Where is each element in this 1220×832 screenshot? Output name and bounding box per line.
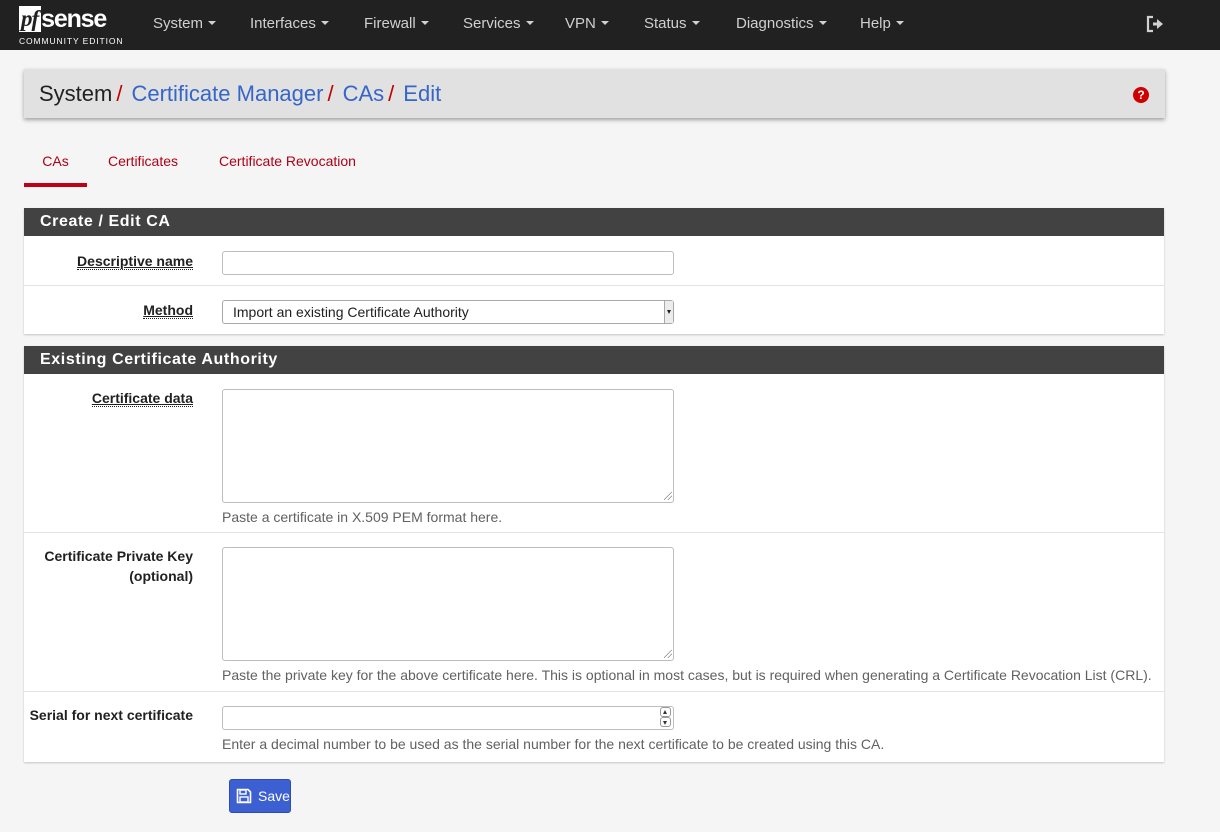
save-button[interactable]: Save: [229, 779, 291, 813]
save-button-label: Save: [258, 788, 290, 804]
nav-firewall-label: Firewall: [364, 15, 416, 32]
breadcrumb-separator: /: [388, 81, 395, 106]
existing-ca-panel: Existing Certificate Authority Certifica…: [24, 346, 1164, 762]
nav-firewall-menu[interactable]: Firewall: [364, 0, 429, 50]
nav-diagnostics-label: Diagnostics: [736, 15, 814, 32]
nav-system-label: System: [153, 15, 204, 32]
breadcrumb-cas-link[interactable]: CAs: [343, 81, 385, 106]
nav-vpn-menu[interactable]: VPN: [565, 0, 609, 50]
nav-vpn-label: VPN: [565, 15, 596, 32]
method-label: Method: [143, 300, 193, 320]
nav-diagnostics-menu[interactable]: Diagnostics: [736, 0, 827, 50]
certificate-data-label: Certificate data: [91, 388, 193, 408]
logo-sense-text: sense: [41, 5, 107, 33]
resize-grip-icon[interactable]: [664, 492, 672, 500]
nav-system-menu[interactable]: System: [153, 0, 217, 50]
breadcrumb-bar: System / Certificate Manager / CAs / Edit ?: [24, 69, 1165, 118]
caret-down-icon: [600, 21, 609, 26]
certificate-data-textarea[interactable]: [222, 389, 674, 503]
logo-edition-text: COMMUNITY EDITION: [19, 36, 124, 46]
descriptive-name-label-text: Descriptive name: [77, 253, 193, 270]
caret-down-icon: [818, 21, 827, 26]
nav-interfaces-label: Interfaces: [250, 15, 316, 32]
tab-cas[interactable]: CAs: [24, 147, 87, 187]
certificate-data-row: Certificate data Paste a certificate in …: [24, 374, 1164, 533]
descriptive-name-label: Descriptive name: [77, 251, 193, 271]
top-navbar: pf sense COMMUNITY EDITION System Interfa…: [0, 0, 1220, 50]
breadcrumb-separator: /: [327, 81, 334, 106]
method-select[interactable]: Import an existing Certificate Authority: [222, 300, 674, 324]
tab-certificates[interactable]: Certificates: [108, 147, 178, 187]
certificate-data-help: Paste a certificate in X.509 PEM format …: [222, 509, 503, 525]
caret-down-icon: [320, 21, 329, 26]
breadcrumb-certificate-manager-link[interactable]: Certificate Manager: [131, 81, 323, 106]
certificate-data-label-text: Certificate data: [91, 390, 193, 407]
resize-grip-icon[interactable]: [664, 650, 672, 658]
private-key-label: Certificate Private Key (optional): [44, 546, 193, 586]
logo-wordmark: pf sense: [19, 5, 107, 33]
caret-down-icon: [895, 21, 904, 26]
descriptive-name-input[interactable]: [222, 251, 674, 275]
save-icon: [236, 788, 252, 804]
serial-number-input[interactable]: [222, 706, 674, 730]
method-selected-value: Import an existing Certificate Authority: [233, 304, 469, 320]
nav-help-menu[interactable]: Help: [860, 0, 904, 50]
nav-status-menu[interactable]: Status: [644, 0, 700, 50]
nav-status-label: Status: [644, 15, 687, 32]
pfsense-logo[interactable]: pf sense COMMUNITY EDITION: [19, 5, 125, 47]
private-key-label-line2: (optional): [129, 568, 193, 584]
spin-down-icon[interactable]: [660, 717, 671, 727]
breadcrumb: System / Certificate Manager / CAs / Edit: [39, 69, 441, 118]
breadcrumb-edit-link[interactable]: Edit: [403, 81, 441, 106]
dropdown-arrow-icon: [664, 301, 673, 323]
breadcrumb-system: System: [39, 81, 113, 106]
descriptive-name-row: Descriptive name: [24, 236, 1164, 286]
sign-out-icon[interactable]: [1146, 15, 1164, 33]
breadcrumb-separator: /: [116, 81, 123, 106]
panel-title: Existing Certificate Authority: [24, 346, 1164, 374]
create-edit-ca-panel: Create / Edit CA Descriptive name Method…: [24, 208, 1164, 334]
caret-down-icon: [525, 21, 534, 26]
tab-certificate-revocation[interactable]: Certificate Revocation: [219, 147, 356, 187]
nav-help-label: Help: [860, 15, 891, 32]
caret-down-icon: [420, 21, 429, 26]
nav-services-label: Services: [463, 15, 521, 32]
spin-up-icon[interactable]: [660, 707, 671, 717]
nav-services-menu[interactable]: Services: [463, 0, 534, 50]
serial-row: Serial for next certificate Enter a deci…: [24, 692, 1164, 762]
private-key-row: Certificate Private Key (optional) Paste…: [24, 533, 1164, 692]
private-key-help: Paste the private key for the above cert…: [222, 667, 1152, 683]
question-circle-icon[interactable]: ?: [1133, 87, 1149, 103]
logo-pf-text: pf: [19, 6, 42, 32]
method-label-text: Method: [143, 302, 193, 319]
serial-label: Serial for next certificate: [29, 707, 193, 723]
method-row: Method Import an existing Certificate Au…: [24, 286, 1164, 334]
private-key-label-line1: Certificate Private Key: [44, 548, 193, 564]
number-spinner: [660, 707, 672, 727]
caret-down-icon: [208, 21, 217, 26]
serial-number-input-wrapper: [222, 706, 674, 730]
panel-title: Create / Edit CA: [24, 208, 1164, 236]
caret-down-icon: [691, 21, 700, 26]
private-key-textarea[interactable]: [222, 547, 674, 661]
serial-help: Enter a decimal number to be used as the…: [222, 736, 885, 752]
nav-interfaces-menu[interactable]: Interfaces: [250, 0, 329, 50]
